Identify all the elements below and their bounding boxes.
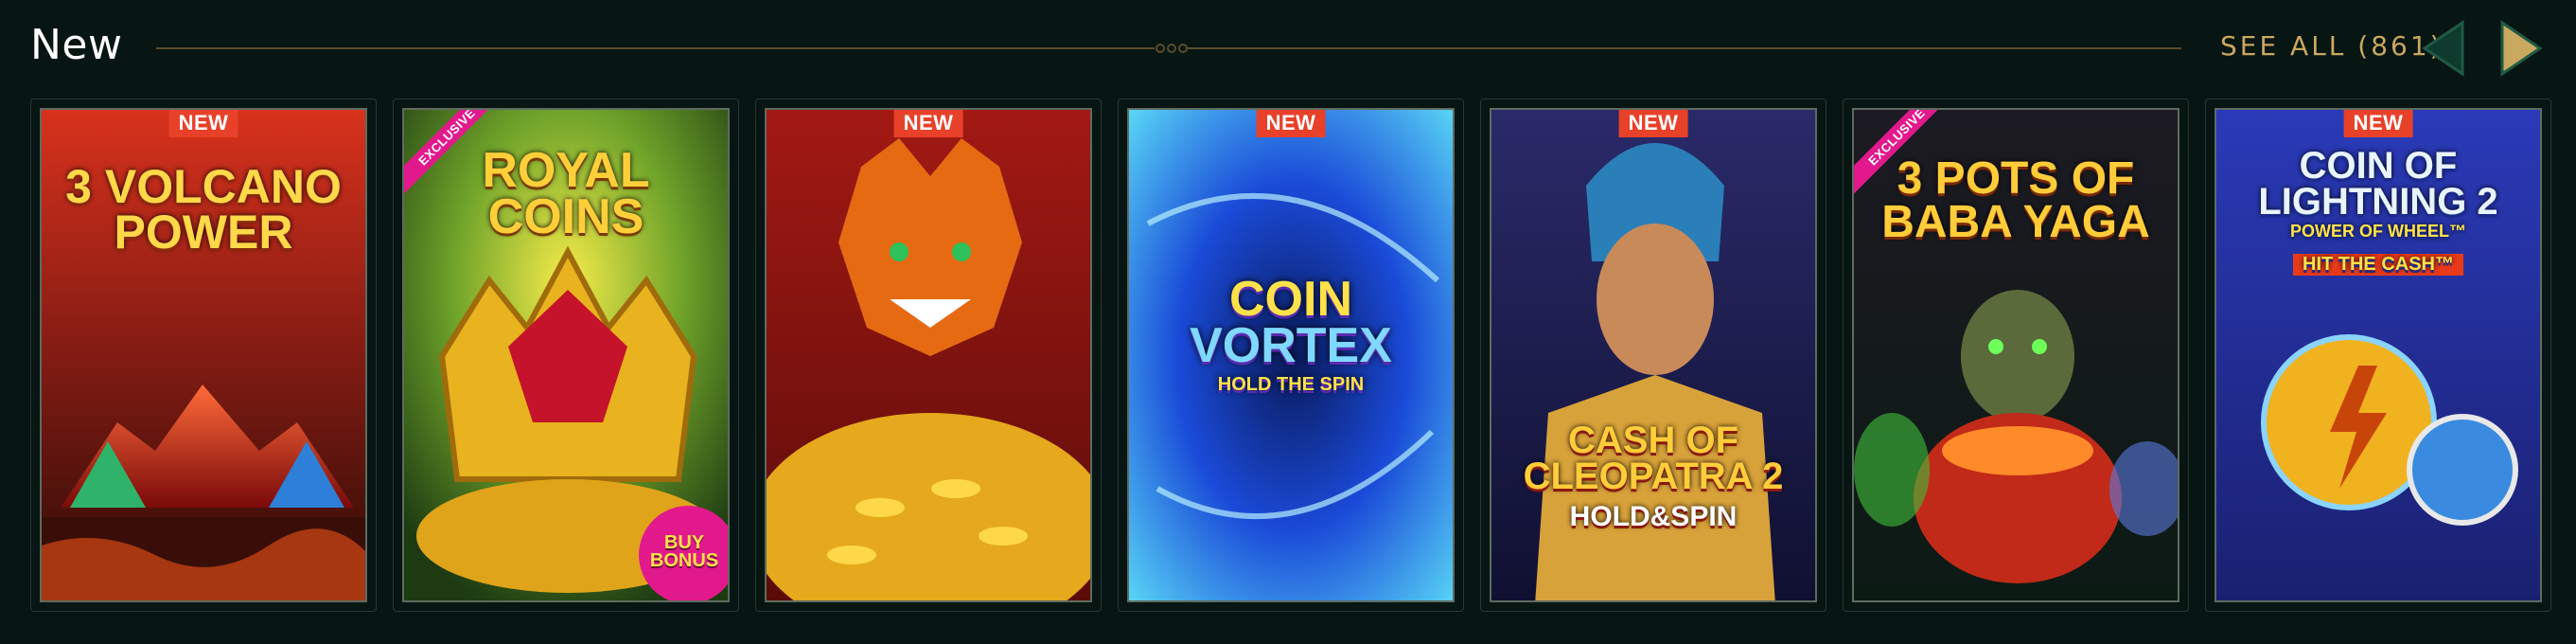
game-title-line: 3 POTS OF	[1897, 153, 2135, 204]
game-title-line: ROYAL	[482, 143, 650, 198]
game-artwork	[767, 110, 1090, 600]
carousel-next-button[interactable]	[2495, 19, 2548, 78]
chevron-right-icon	[2500, 20, 2543, 77]
game-title-line: COIN OF	[2299, 145, 2458, 187]
game-title: COIN OF LIGHTNING 2 POWER OF WHEEL™ HIT …	[2216, 145, 2540, 277]
game-title-line: POWER	[114, 205, 293, 259]
game-title: COIN VORTEX HOLD THE SPIN	[1129, 272, 1453, 395]
game-title-line: LIGHTNING 2	[2258, 181, 2498, 223]
buy-bonus-label: BUY BONUS	[649, 532, 719, 571]
game-card[interactable]: EXCLUSIVE ROYAL COINS BUY BONUS	[402, 108, 730, 602]
chevron-left-icon	[2422, 20, 2464, 77]
game-title: CASH OF CLEOPATRA 2 HOLD&SPIN	[1491, 420, 1815, 532]
divider-ornament	[1156, 44, 1188, 53]
see-all-link[interactable]: SEE ALL (861)	[2220, 30, 2444, 62]
new-badge: NEW	[1618, 110, 1688, 137]
game-title-line: VORTEX	[1190, 318, 1392, 374]
game-subtitle: HOLD&SPIN	[1569, 501, 1738, 532]
new-badge: NEW	[893, 110, 963, 137]
new-badge: NEW	[168, 110, 238, 137]
game-card[interactable]: NEW 3 VOLCANO POWER	[40, 108, 367, 602]
hit-the-cash-label: HIT THE CASH™	[2293, 254, 2463, 277]
game-title-line: BABA YAGA	[1881, 196, 2150, 247]
game-title-line: COINS	[487, 189, 644, 245]
game-title: ROYAL COINS	[404, 143, 728, 245]
game-card[interactable]: EXCLUSIVE 3 POTS OF BABA YAGA	[1852, 108, 2179, 602]
game-title-line: 3 VOLCANO	[65, 160, 342, 213]
game-subtitle: POWER OF WHEEL™	[2290, 222, 2466, 241]
game-subtitle: HOLD THE SPIN	[1217, 373, 1365, 395]
divider-line	[156, 47, 1155, 49]
game-card[interactable]: NEW CASH OF CLEOPATRA 2 HOLD&SPIN	[1490, 108, 1817, 602]
divider-line	[1188, 47, 2181, 49]
game-title: 3 VOLCANO POWER	[42, 160, 365, 259]
game-title-line: CLEOPATRA 2	[1523, 456, 1784, 497]
game-card[interactable]: NEW	[765, 108, 1092, 602]
new-badge: NEW	[1256, 110, 1326, 137]
new-badge: NEW	[2343, 110, 2413, 137]
game-title: 3 POTS OF BABA YAGA	[1854, 153, 2178, 247]
carousel-prev-button[interactable]	[2417, 19, 2470, 78]
game-title-line: CASH OF	[1568, 420, 1738, 461]
section-title: New	[30, 21, 123, 69]
game-card[interactable]: NEW COIN VORTEX HOLD THE SPIN	[1127, 108, 1455, 602]
game-card[interactable]: NEW COIN OF LIGHTNING 2 POWER OF WHEEL™ …	[2214, 108, 2542, 602]
section-header: New SEE ALL (861)	[0, 0, 2576, 95]
game-title-line: COIN	[1229, 272, 1352, 327]
